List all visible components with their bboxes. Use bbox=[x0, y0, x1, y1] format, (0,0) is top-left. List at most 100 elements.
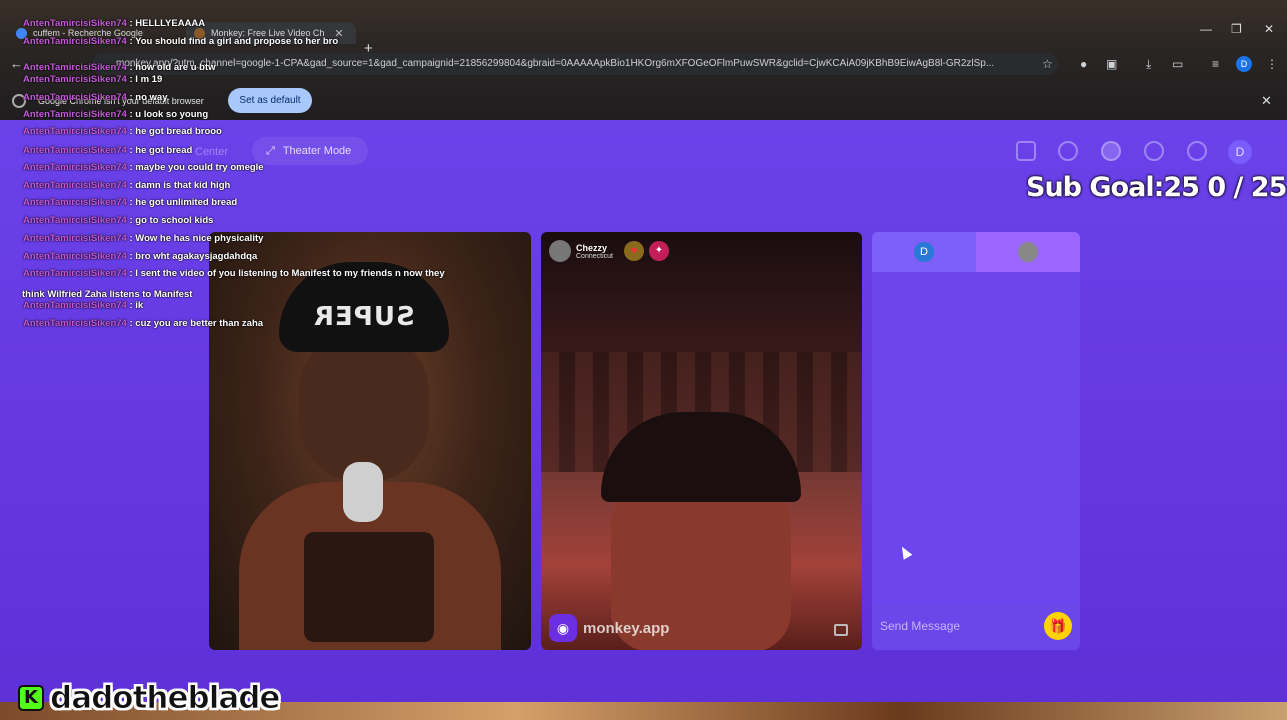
fullscreen-icon[interactable] bbox=[834, 624, 848, 636]
watermark-text: monkey.app bbox=[583, 619, 670, 637]
chat-username: AntenTamircisiSiken74 bbox=[23, 268, 127, 279]
remote-video: Chezzy Connecticut ♥ ✦ ◉ monkey.app bbox=[541, 232, 862, 650]
chat-username: AntenTamircisiSiken74 bbox=[23, 251, 127, 262]
shirt-print bbox=[304, 532, 434, 642]
chat-message: AntenTamircisiSiken74 : Wow he has nice … bbox=[23, 233, 264, 244]
chat-username: AntenTamircisiSiken74 bbox=[23, 145, 127, 156]
chat-message: AntenTamircisiSiken74 : You should find … bbox=[23, 36, 339, 47]
chat-message: AntenTamircisiSiken74 : I sent the video… bbox=[23, 268, 445, 279]
center-label[interactable]: Center bbox=[195, 146, 228, 158]
address-bar[interactable]: monkey.app/?utm_channel=google-1-CPA&gad… bbox=[92, 53, 1058, 75]
chat-message: AntenTamircisiSiken74 : he got bread bro… bbox=[23, 126, 222, 137]
chat-username: AntenTamircisiSiken74 bbox=[23, 162, 127, 173]
set-as-default-button[interactable]: Set as default bbox=[228, 88, 312, 113]
remote-user-avatar bbox=[549, 240, 571, 262]
chat-wrapped-line: think Wilfried Zaha listens to Manifest bbox=[22, 289, 193, 300]
send-message-bar: 🎁 bbox=[872, 604, 1080, 650]
chat-text: he got bread bbox=[135, 145, 193, 156]
chat-text: Wow he has nice physicality bbox=[135, 233, 264, 244]
history-icon[interactable] bbox=[1144, 141, 1164, 161]
chat-text: damn is that kid high bbox=[135, 180, 231, 191]
send-message-input[interactable] bbox=[880, 614, 1030, 638]
sub-goal-overlay: Sub Goal:25 0 / 25 bbox=[1026, 172, 1287, 203]
chat-message: AntenTamircisiSiken74 : maybe you could … bbox=[23, 162, 264, 173]
extension-icon[interactable]: ● bbox=[1080, 57, 1087, 71]
puzzle-icon[interactable]: ▣ bbox=[1106, 57, 1117, 71]
chat-text: u look so young bbox=[135, 109, 209, 120]
back-icon[interactable]: ← bbox=[10, 56, 23, 71]
streamer-name: dadotheblade bbox=[49, 680, 280, 717]
chat-username: AntenTamircisiSiken74 bbox=[23, 233, 127, 244]
chat-tabs: D bbox=[872, 232, 1080, 272]
chat-message: AntenTamircisiSiken74 : u look so young bbox=[23, 109, 209, 120]
chat-text: he got unlimited bread bbox=[135, 197, 238, 208]
download-icon[interactable]: ⤓ bbox=[1146, 57, 1151, 72]
kick-logo-icon: K bbox=[18, 685, 44, 711]
chat-username: AntenTamircisiSiken74 bbox=[23, 74, 127, 85]
chat-username: AntenTamircisiSiken74 bbox=[23, 126, 127, 137]
chat-username: AntenTamircisiSiken74 bbox=[23, 109, 127, 120]
chat-message: AntenTamircisiSiken74 : how old are u bt… bbox=[23, 62, 216, 73]
remote-user-tag[interactable]: Chezzy Connecticut ♥ ✦ bbox=[549, 240, 669, 262]
chat-text: HELLLYEAAAA bbox=[135, 18, 206, 29]
chat-message: AntenTamircisiSiken74 : cuz you are bett… bbox=[23, 318, 264, 329]
chat-username: AntenTamircisiSiken74 bbox=[23, 36, 127, 47]
close-infobar-icon[interactable]: ✕ bbox=[1261, 93, 1272, 109]
friends-icon[interactable] bbox=[1101, 141, 1121, 161]
chat-message: AntenTamircisiSiken74 : HELLLYEAAAA bbox=[23, 18, 206, 29]
shop-icon[interactable] bbox=[1016, 141, 1036, 161]
streamer-tag: K dadotheblade bbox=[18, 680, 281, 717]
tab-self[interactable]: D bbox=[872, 232, 976, 272]
restore-icon[interactable]: ❐ bbox=[1231, 22, 1242, 36]
chat-message: AntenTamircisiSiken74 : I m 19 bbox=[23, 74, 163, 85]
bookmark-star-icon[interactable]: ☆ bbox=[1042, 57, 1053, 71]
monkey-watermark: ◉ monkey.app bbox=[549, 614, 669, 642]
chat-message: AntenTamircisiSiken74 : ik bbox=[23, 300, 144, 311]
tab-partner[interactable] bbox=[976, 232, 1080, 272]
close-window-icon[interactable]: ✕ bbox=[1264, 22, 1274, 36]
chat-username: AntenTamircisiSiken74 bbox=[23, 92, 127, 103]
theater-mode-button[interactable]: ⤢ Theater Mode bbox=[252, 137, 368, 165]
chat-text: bro wht agakaysjagdahdqa bbox=[135, 251, 258, 262]
chat-message: AntenTamircisiSiken74 : go to school kid… bbox=[23, 215, 214, 226]
chat-panel: D 🎁 bbox=[872, 232, 1080, 650]
heart-icon: ♥ bbox=[623, 241, 644, 261]
profile-avatar[interactable]: D bbox=[1236, 56, 1252, 72]
chat-text: I m 19 bbox=[135, 74, 163, 85]
split-view-icon[interactable]: ▭ bbox=[1172, 57, 1183, 71]
chat-text: he got bread brooo bbox=[135, 126, 222, 137]
chat-username: AntenTamircisiSiken74 bbox=[23, 215, 127, 226]
self-avatar: D bbox=[914, 242, 934, 262]
partner-avatar bbox=[1018, 242, 1038, 262]
menu-icon[interactable]: ⋮ bbox=[1266, 57, 1278, 71]
chat-text: go to school kids bbox=[135, 215, 214, 226]
tab-search-icon[interactable]: ≡ bbox=[1212, 57, 1219, 71]
site-profile-avatar[interactable]: D bbox=[1228, 140, 1252, 164]
chat-message: AntenTamircisiSiken74 : bro wht agakaysj… bbox=[23, 251, 258, 262]
chat-username: AntenTamircisiSiken74 bbox=[23, 318, 127, 329]
chat-message: AntenTamircisiSiken74 : he got unlimited… bbox=[23, 197, 238, 208]
search-icon[interactable] bbox=[1058, 141, 1078, 161]
chat-username: AntenTamircisiSiken74 bbox=[23, 300, 127, 311]
expand-icon: ⤢ bbox=[266, 144, 275, 157]
chat-username: AntenTamircisiSiken74 bbox=[23, 62, 127, 73]
chat-username: AntenTamircisiSiken74 bbox=[23, 180, 127, 191]
chat-username: AntenTamircisiSiken74 bbox=[23, 18, 127, 29]
minimize-icon[interactable]: — bbox=[1200, 22, 1212, 36]
theater-mode-label: Theater Mode bbox=[282, 145, 352, 157]
chat-text: I sent the video of you listening to Man… bbox=[135, 268, 445, 279]
chat-message: AntenTamircisiSiken74 : no way bbox=[23, 92, 168, 103]
chat-message: AntenTamircisiSiken74 : damn is that kid… bbox=[23, 180, 231, 191]
chat-text: You should find a girl and propose to he… bbox=[135, 36, 339, 47]
local-video: SUPER bbox=[209, 232, 531, 650]
messages-icon[interactable] bbox=[1187, 141, 1207, 161]
monkey-site: Center ⤢ Theater Mode D SUPER Chezzy Con… bbox=[0, 120, 1287, 720]
chat-username: AntenTamircisiSiken74 bbox=[23, 197, 127, 208]
monkey-logo-icon: ◉ bbox=[549, 614, 577, 642]
chat-text: cuz you are better than zaha bbox=[135, 318, 264, 329]
badge-icon: ✦ bbox=[648, 241, 669, 261]
chat-message: AntenTamircisiSiken74 : he got bread bbox=[23, 145, 193, 156]
remote-user-name: Chezzy bbox=[576, 242, 608, 253]
gift-button[interactable]: 🎁 bbox=[1044, 612, 1072, 640]
chat-text: ik bbox=[135, 300, 144, 311]
